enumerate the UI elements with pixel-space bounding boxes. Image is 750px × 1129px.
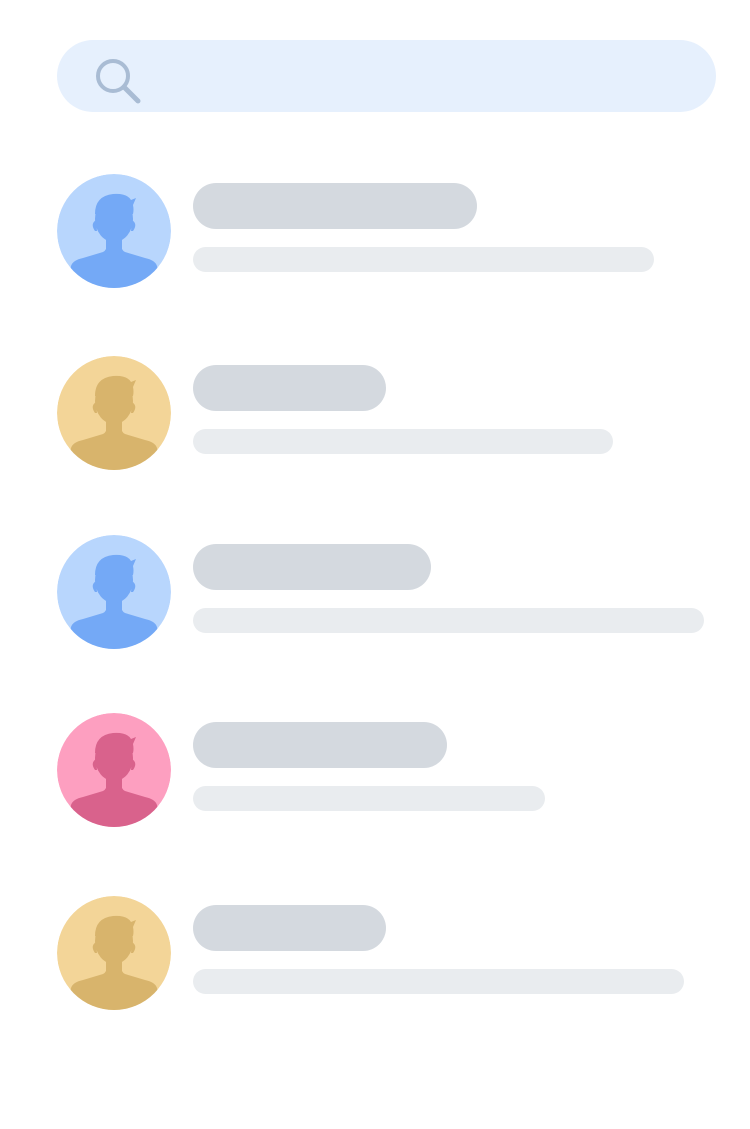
avatar — [57, 896, 171, 1010]
list-item[interactable] — [57, 535, 717, 649]
list-item[interactable] — [57, 713, 717, 827]
detail-placeholder — [193, 969, 684, 994]
avatar — [57, 535, 171, 649]
person-silhouette-icon — [57, 535, 171, 649]
name-placeholder — [193, 722, 447, 768]
avatar — [57, 356, 171, 470]
person-silhouette-icon — [57, 713, 171, 827]
detail-placeholder — [193, 786, 545, 811]
detail-placeholder — [193, 608, 704, 633]
name-placeholder — [193, 544, 431, 590]
person-silhouette-icon — [57, 174, 171, 288]
avatar — [57, 713, 171, 827]
contact-list — [57, 0, 717, 1129]
name-placeholder — [193, 183, 477, 229]
avatar — [57, 174, 171, 288]
name-placeholder — [193, 905, 386, 951]
detail-placeholder — [193, 247, 654, 272]
detail-placeholder — [193, 429, 613, 454]
list-item[interactable] — [57, 896, 717, 1010]
list-item[interactable] — [57, 174, 717, 288]
list-item[interactable] — [57, 356, 717, 470]
name-placeholder — [193, 365, 386, 411]
person-silhouette-icon — [57, 356, 171, 470]
person-silhouette-icon — [57, 896, 171, 1010]
